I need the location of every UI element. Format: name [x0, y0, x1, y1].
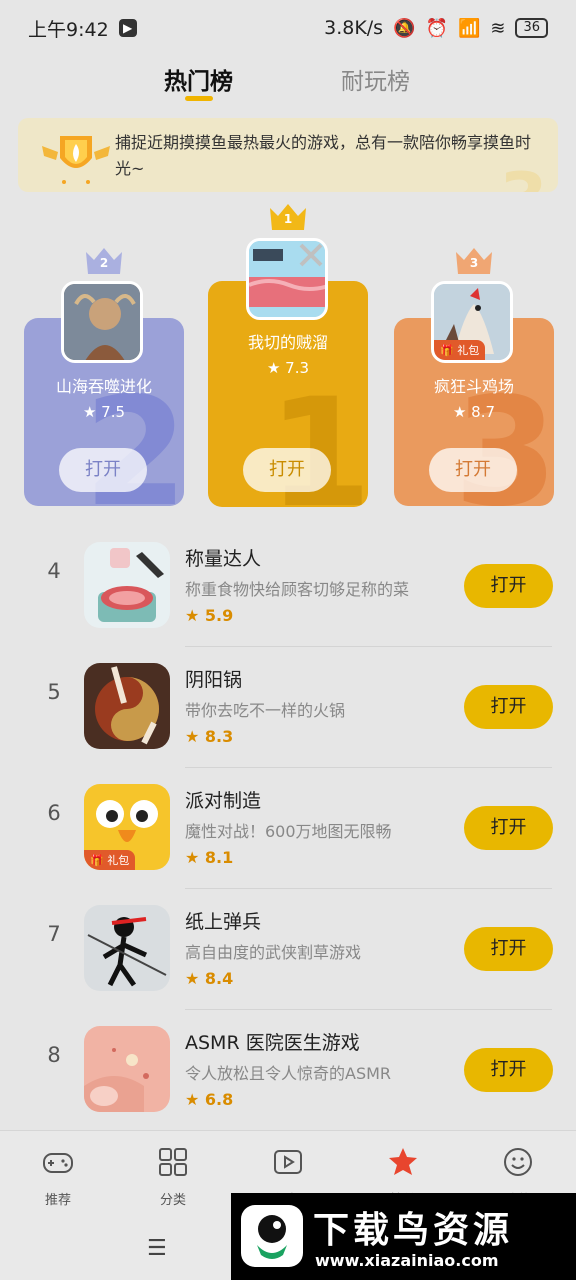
- star-icon: [389, 1148, 417, 1175]
- signal-icon: 📶: [457, 17, 481, 39]
- podium-game-name: 山海吞噬进化: [55, 377, 152, 396]
- game-score: ★ 8.1: [185, 848, 234, 867]
- video-icon: [274, 1150, 302, 1174]
- list-item[interactable]: 6 🎁 礼包 派对制造 魔性对战！600万地图无限畅 ★ 8.1 打开: [0, 768, 576, 889]
- game-score: ★ 6.8: [185, 1090, 234, 1109]
- network-speed: 3.8K/s: [324, 17, 384, 39]
- podium-rating: ★ 7.5: [82, 403, 126, 421]
- tab-indicator: [185, 96, 213, 101]
- list-rank: 5: [47, 680, 61, 704]
- nav-category[interactable]: 分类: [133, 1145, 213, 1208]
- game-score: ★ 8.3: [185, 727, 234, 746]
- wifi-icon: ≋: [490, 17, 506, 39]
- game-icon-zhishangdanbing[interactable]: [84, 905, 170, 991]
- bird-logo-icon: [241, 1205, 303, 1267]
- tab-durable[interactable]: 耐玩榜: [341, 62, 410, 96]
- game-icon-asmr-hospital[interactable]: [84, 1026, 170, 1112]
- alarm-icon: ⏰: [425, 17, 448, 39]
- watermark-url: www.xiazainiao.com: [315, 1251, 499, 1270]
- open-button[interactable]: 打开: [243, 448, 331, 492]
- open-button[interactable]: 打开: [429, 448, 517, 492]
- podium-game-name: 我切的贼溜: [247, 333, 328, 352]
- podium-rating: ★ 8.7: [452, 403, 496, 421]
- ranking-tabs: 热门榜 耐玩榜: [0, 62, 576, 106]
- game-icon-woqie[interactable]: [246, 238, 328, 320]
- list-item[interactable]: 8 ASMR 医院医生游戏 令人放松且令人惊奇的ASMR ★ 6.8 打开: [0, 1010, 576, 1131]
- list-rank: 4: [47, 559, 61, 583]
- game-description: 称重食物快给顾客切够足称的菜: [185, 580, 410, 599]
- crown-rank-1-icon: 1: [268, 202, 308, 232]
- list-rank: 8: [47, 1043, 61, 1067]
- game-icon-chengliang[interactable]: [84, 542, 170, 628]
- game-icon-shanhai[interactable]: [61, 281, 143, 363]
- game-score: ★ 5.9: [185, 606, 234, 625]
- game-icon-paiduizhizao[interactable]: 🎁 礼包: [84, 784, 170, 870]
- game-title: 称量达人: [185, 548, 262, 570]
- gift-badge: 🎁 礼包: [434, 340, 486, 360]
- open-button[interactable]: 打开: [59, 448, 147, 492]
- nav-label: 分类: [159, 1193, 186, 1208]
- game-icon-doujichang[interactable]: 🎁 礼包: [431, 281, 513, 363]
- smile-icon: [504, 1148, 532, 1176]
- status-time: 上午9:42: [28, 18, 109, 41]
- battery-indicator: 36: [515, 18, 548, 38]
- podium-game-name: 疯狂斗鸡场: [433, 377, 514, 396]
- tab-hot[interactable]: 热门榜: [164, 62, 233, 96]
- watermark-title: 下载鸟资源: [313, 1210, 514, 1251]
- trophy-badge-icon: [42, 136, 110, 184]
- banner-text: 捕捉近期摸摸鱼最热最火的游戏，总有一款陪你畅享摸鱼时光~: [115, 133, 532, 178]
- open-button[interactable]: 打开: [464, 806, 553, 850]
- list-item[interactable]: 7 纸上弹兵 高自由度的武侠割草游戏 ★ 8.4 打开: [0, 889, 576, 1010]
- watermark: 下载鸟资源 www.xiazainiao.com: [231, 1193, 576, 1280]
- gift-badge: 🎁 礼包: [84, 850, 136, 870]
- game-description: 魔性对战！600万地图无限畅: [185, 822, 392, 841]
- list-item[interactable]: 5 阴阳锅 带你去吃不一样的火锅 ★ 8.3 打开: [0, 647, 576, 768]
- menu-icon[interactable]: ☰: [147, 1236, 167, 1261]
- podium-rating: ★ 7.3: [266, 359, 310, 377]
- game-title: ASMR 医院医生游戏: [185, 1032, 360, 1054]
- game-description: 高自由度的武侠割草游戏: [185, 943, 362, 962]
- game-title: 派对制造: [185, 790, 262, 812]
- game-title: 纸上弹兵: [185, 911, 262, 933]
- app-notification-icon: ▶: [118, 19, 137, 37]
- list-item[interactable]: 4 称量达人 称重食物快给顾客切够足称的菜 ★ 5.9 打开: [0, 526, 576, 647]
- gamepad-icon: [43, 1153, 73, 1173]
- game-icon-yinyangguo[interactable]: [84, 663, 170, 749]
- game-score: ★ 8.4: [185, 969, 234, 988]
- game-title: 阴阳锅: [185, 669, 243, 691]
- crown-rank-3-icon: 3: [454, 246, 494, 276]
- open-button[interactable]: 打开: [464, 685, 553, 729]
- banner-decoration: 3: [499, 158, 548, 192]
- list-rank: 7: [47, 922, 61, 946]
- mute-icon: 🔕: [393, 17, 416, 39]
- open-button[interactable]: 打开: [464, 1048, 553, 1092]
- intro-banner: 捕捉近期摸摸鱼最热最火的游戏，总有一款陪你畅享摸鱼时光~ 3: [18, 118, 558, 192]
- open-button[interactable]: 打开: [464, 564, 553, 608]
- status-bar: 上午9:42 ▶ 3.8K/s 🔕 ⏰ 📶 ≋ 36: [0, 0, 576, 56]
- grid-icon: [159, 1148, 187, 1176]
- list-rank: 6: [47, 801, 61, 825]
- crown-rank-2-icon: 2: [84, 246, 124, 276]
- game-description: 带你去吃不一样的火锅: [185, 701, 346, 720]
- nav-recommend[interactable]: 推荐: [18, 1145, 98, 1208]
- nav-label: 推荐: [44, 1193, 71, 1208]
- game-description: 令人放松且令人惊奇的ASMR: [185, 1064, 392, 1083]
- open-button[interactable]: 打开: [464, 927, 553, 971]
